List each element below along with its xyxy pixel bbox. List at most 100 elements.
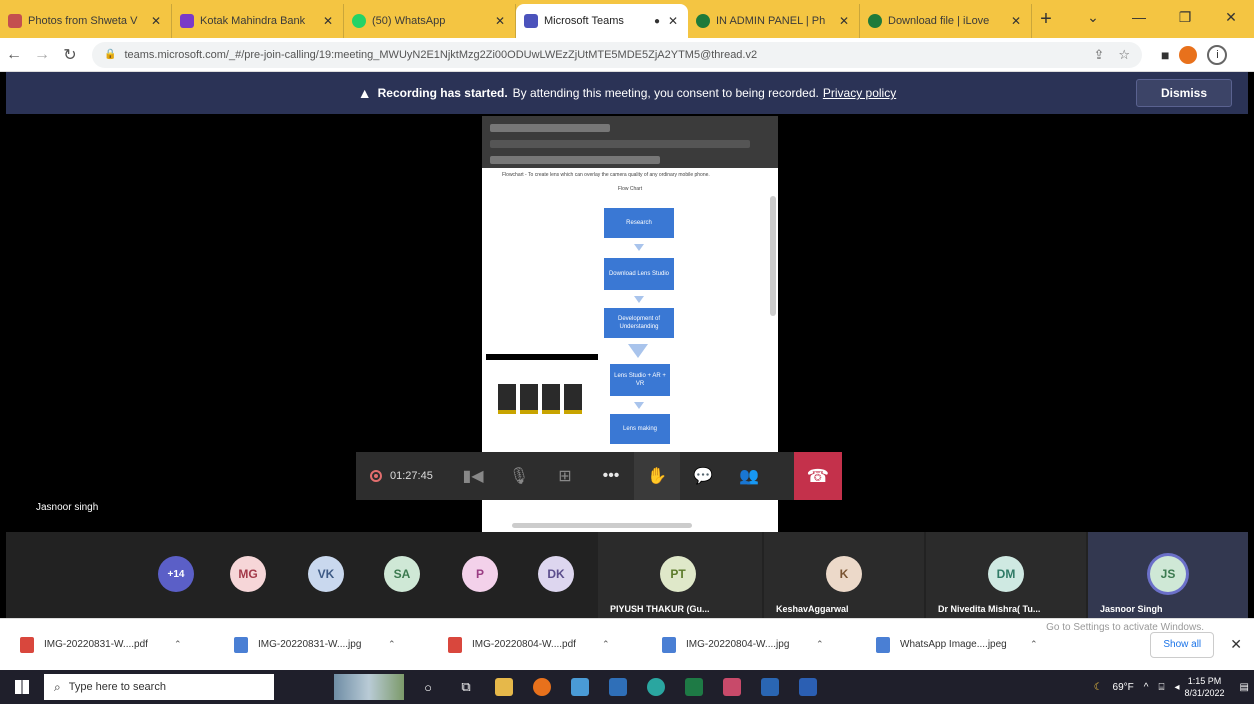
flowchart-step-5: Lens making bbox=[610, 414, 670, 444]
download-item[interactable]: IMG-20220831-W....jpg ⌃ bbox=[214, 636, 428, 653]
share-screen-button[interactable]: ⊞ bbox=[542, 452, 588, 500]
participant-tile[interactable]: DM Dr Nivedita Mishra( Tu... bbox=[926, 532, 1086, 618]
participant-tile[interactable]: K KeshavAggarwal bbox=[764, 532, 924, 618]
download-filename: IMG-20220831-W....pdf bbox=[44, 639, 148, 650]
download-item[interactable]: WhatsApp Image....jpeg ⌃ bbox=[856, 636, 1056, 653]
notifications-icon[interactable]: ▤ bbox=[1240, 682, 1249, 693]
participant-avatar[interactable]: SA bbox=[384, 556, 420, 592]
close-icon[interactable]: ✕ bbox=[666, 14, 680, 28]
chevron-up-icon[interactable]: ⌃ bbox=[388, 639, 396, 650]
mail-icon[interactable] bbox=[604, 673, 632, 701]
share-icon[interactable]: ⇪ bbox=[1093, 47, 1104, 63]
clock[interactable]: 1:15 PM 8/31/2022 bbox=[1185, 675, 1225, 699]
word-icon[interactable] bbox=[794, 673, 822, 701]
close-window-button[interactable]: ✕ bbox=[1208, 9, 1254, 26]
info-icon[interactable]: i bbox=[1207, 44, 1228, 65]
close-icon[interactable]: ✕ bbox=[321, 14, 335, 28]
camera-button[interactable]: ▮◀ bbox=[450, 452, 496, 500]
flowchart-arrow bbox=[628, 344, 648, 358]
banner-text: By attending this meeting, you consent t… bbox=[512, 86, 819, 100]
store-icon[interactable] bbox=[566, 673, 594, 701]
flowchart-step-2: Download Lens Studio bbox=[604, 258, 674, 290]
flowchart-heading-text: Flowchart - To create lens which can ove… bbox=[502, 172, 710, 178]
tab-admin-panel[interactable]: IN ADMIN PANEL | Ph ✕ bbox=[688, 4, 860, 38]
tab-kotak[interactable]: Kotak Mahindra Bank ✕ bbox=[172, 4, 344, 38]
maximize-button[interactable]: ❐ bbox=[1162, 9, 1208, 26]
download-filename: IMG-20220831-W....jpg bbox=[258, 639, 362, 650]
reload-button[interactable]: ↻ bbox=[56, 45, 84, 65]
close-icon[interactable]: ✕ bbox=[1230, 636, 1242, 653]
participants-row: +14 MG VK SA P DK PT PIYUSH THAKUR (Gu..… bbox=[6, 532, 1248, 618]
weather-temp[interactable]: 69°F bbox=[1113, 682, 1134, 693]
teams-icon bbox=[524, 14, 538, 28]
download-item[interactable]: IMG-20220804-W....jpg ⌃ bbox=[642, 636, 856, 653]
chevron-up-icon[interactable]: ⌃ bbox=[174, 639, 182, 650]
activate-windows-watermark: Go to Settings to activate Windows. bbox=[1046, 622, 1204, 633]
participant-avatar[interactable]: DK bbox=[538, 556, 574, 592]
forward-button[interactable]: → bbox=[28, 46, 56, 64]
start-button[interactable] bbox=[0, 680, 44, 694]
search-highlight-image[interactable] bbox=[334, 674, 404, 700]
profile-avatar[interactable] bbox=[1179, 45, 1198, 64]
app-icon[interactable] bbox=[756, 673, 784, 701]
excel-icon[interactable] bbox=[680, 673, 708, 701]
flowchart-arrow bbox=[634, 296, 644, 303]
flowchart-step-3: Development of Understanding bbox=[604, 308, 674, 338]
new-tab-button[interactable]: + bbox=[1032, 8, 1060, 31]
extension-icon[interactable]: ■ bbox=[1161, 47, 1169, 63]
participant-tile[interactable]: PT PIYUSH THAKUR (Gu... bbox=[598, 532, 762, 618]
chrome-icon[interactable] bbox=[528, 673, 556, 701]
task-view-icon[interactable]: ⧉ bbox=[452, 673, 480, 701]
participant-avatar[interactable]: MG bbox=[230, 556, 266, 592]
edge-icon[interactable] bbox=[642, 673, 670, 701]
taskbar-search[interactable]: ⌕ Type here to search bbox=[44, 674, 274, 700]
minimize-button[interactable]: — bbox=[1116, 9, 1162, 25]
participant-avatar[interactable]: VK bbox=[308, 556, 344, 592]
audio-playing-icon: ● bbox=[653, 15, 660, 27]
photos-icon[interactable] bbox=[718, 673, 746, 701]
banner-bold-text: Recording has started. bbox=[377, 86, 508, 100]
chevron-up-icon[interactable]: ^ bbox=[1144, 682, 1149, 693]
download-item[interactable]: IMG-20220831-W....pdf ⌃ bbox=[0, 636, 214, 653]
url-field[interactable]: 🔒 teams.microsoft.com/_#/pre-join-callin… bbox=[92, 41, 1142, 68]
participant-tile[interactable]: JS Jasnoor Singh bbox=[1088, 532, 1248, 618]
screen: Photos from Shweta V ✕ Kotak Mahindra Ba… bbox=[0, 0, 1254, 704]
overflow-participants-button[interactable]: +14 bbox=[158, 556, 194, 592]
tab-download-file[interactable]: Download file | iLove ✕ bbox=[860, 4, 1032, 38]
download-item[interactable]: IMG-20220804-W....pdf ⌃ bbox=[428, 636, 642, 653]
more-actions-button[interactable]: ••• bbox=[588, 452, 634, 500]
volume-icon[interactable]: ◂ bbox=[1174, 682, 1179, 693]
close-icon[interactable]: ✕ bbox=[149, 14, 163, 28]
search-icon: ⌕ bbox=[54, 679, 61, 694]
raise-hand-button[interactable]: ✋ bbox=[634, 452, 680, 500]
chevron-up-icon[interactable]: ⌃ bbox=[602, 639, 610, 650]
tab-teams[interactable]: Microsoft Teams ● ✕ bbox=[516, 4, 688, 38]
back-button[interactable]: ← bbox=[0, 46, 28, 64]
participant-avatar[interactable]: P bbox=[462, 556, 498, 592]
tab-whatsapp[interactable]: (50) WhatsApp ✕ bbox=[344, 4, 516, 38]
tab-photos[interactable]: Photos from Shweta V ✕ bbox=[0, 4, 172, 38]
privacy-policy-link[interactable]: Privacy policy bbox=[823, 86, 896, 100]
downloads-shelf: IMG-20220831-W....pdf ⌃ IMG-20220831-W..… bbox=[0, 618, 1254, 670]
tab-search-icon[interactable]: ⌄ bbox=[1070, 9, 1116, 26]
participants-button[interactable]: 👥 bbox=[726, 452, 772, 500]
download-filename: IMG-20220804-W....jpg bbox=[686, 639, 790, 650]
meeting-control-bar: 01:27:45 ▮◀ 🎙 ⊞ ••• ✋ 💬 👥 ☎ bbox=[356, 452, 842, 500]
file-explorer-icon[interactable] bbox=[490, 673, 518, 701]
close-icon[interactable]: ✕ bbox=[493, 14, 507, 28]
chevron-up-icon[interactable]: ⌃ bbox=[816, 639, 824, 650]
chevron-up-icon[interactable]: ⌃ bbox=[1030, 639, 1038, 650]
participant-thumbnails bbox=[486, 354, 598, 426]
show-all-button[interactable]: Show all bbox=[1150, 631, 1215, 658]
close-icon[interactable]: ✕ bbox=[1009, 14, 1023, 28]
dismiss-button[interactable]: Dismiss bbox=[1136, 79, 1232, 107]
network-icon[interactable]: ⌸ bbox=[1158, 682, 1164, 693]
chat-button[interactable]: 💬 bbox=[680, 452, 726, 500]
mic-button[interactable]: 🎙 bbox=[496, 452, 542, 500]
hang-up-button[interactable]: ☎ bbox=[794, 452, 842, 500]
whatsapp-icon bbox=[352, 14, 366, 28]
pdf-file-icon bbox=[20, 636, 34, 653]
bookmark-star-icon[interactable]: ☆ bbox=[1118, 47, 1130, 63]
cortana-icon[interactable]: ○ bbox=[414, 673, 442, 701]
close-icon[interactable]: ✕ bbox=[837, 14, 851, 28]
